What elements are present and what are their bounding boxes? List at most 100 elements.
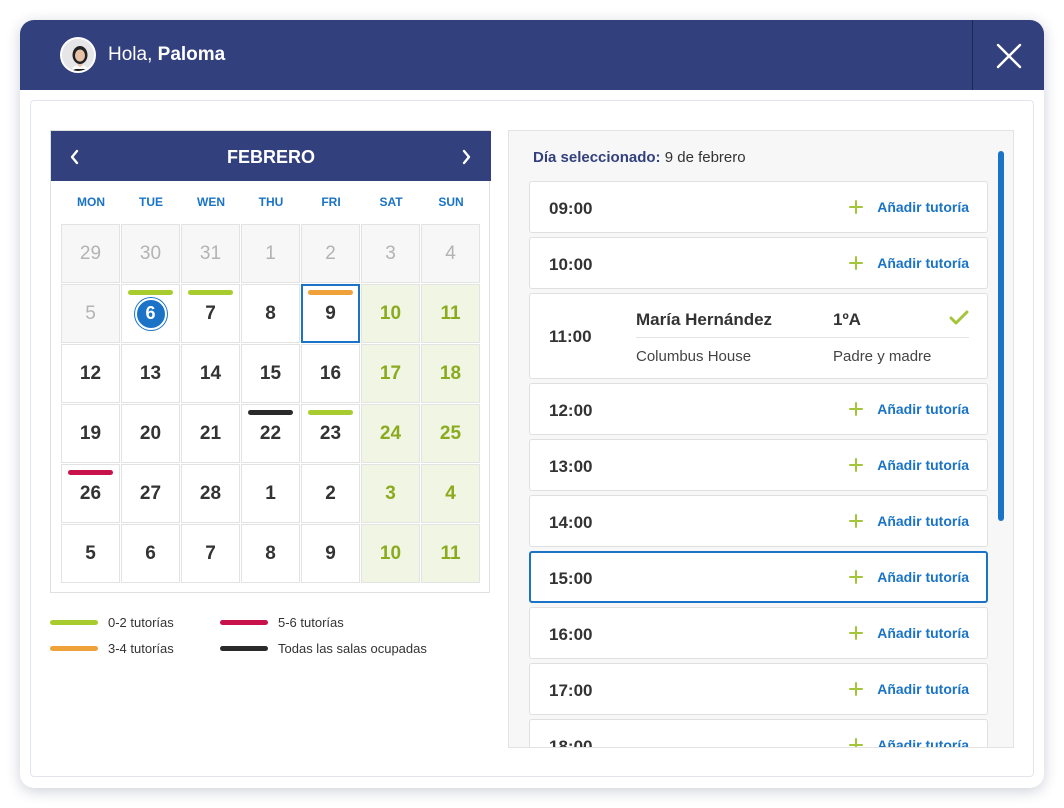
today-marker: 6	[134, 297, 167, 330]
add-tutoring-button[interactable]: Añadir tutoría	[847, 198, 969, 216]
day-number: 7	[205, 542, 216, 564]
calendar-day-weekend[interactable]: 25	[421, 404, 480, 463]
chevron-right-icon[interactable]	[456, 147, 476, 171]
calendar-day[interactable]: 14	[181, 344, 240, 403]
calendar-day[interactable]: 7	[181, 284, 240, 343]
load-bar-0-2	[128, 290, 173, 295]
calendar-day[interactable]: 2	[301, 464, 360, 523]
calendar-day[interactable]: 8	[241, 284, 300, 343]
day-number: 31	[199, 242, 222, 264]
calendar-day[interactable]: 20	[121, 404, 180, 463]
calendar-day[interactable]: 12	[61, 344, 120, 403]
add-tutoring-label: Añadir tutoría	[877, 569, 969, 585]
calendar-day[interactable]: 23	[301, 404, 360, 463]
legend-swatch	[220, 620, 268, 625]
day-number: 9	[325, 542, 336, 564]
calendar-day[interactable]: 21	[181, 404, 240, 463]
day-number: 17	[379, 362, 402, 384]
add-tutoring-button[interactable]: Añadir tutoría	[847, 512, 969, 530]
calendar-day-weekend[interactable]: 24	[361, 404, 420, 463]
calendar-day[interactable]: 28	[181, 464, 240, 523]
day-number: 11	[440, 302, 461, 324]
day-number: 23	[319, 422, 342, 444]
calendar-day[interactable]: 19	[61, 404, 120, 463]
calendar-day[interactable]: 5	[61, 524, 120, 583]
booking-place: Columbus House	[636, 348, 752, 365]
calendar-day-today[interactable]: 6	[121, 284, 180, 343]
student-grade: 1ºA	[833, 310, 861, 329]
calendar-day[interactable]: 27	[121, 464, 180, 523]
calendar-day[interactable]: 1	[241, 224, 300, 283]
calendar-day-weekend[interactable]: 3	[361, 464, 420, 523]
calendar-day[interactable]: 9	[301, 524, 360, 583]
calendar-day-weekend[interactable]: 4	[421, 464, 480, 523]
calendar-day[interactable]: 26	[61, 464, 120, 523]
day-number: 10	[379, 542, 402, 564]
weekday-mon: MON	[77, 195, 105, 209]
load-bar-5-6	[68, 470, 113, 475]
day-number: 19	[79, 422, 102, 444]
load-bar-0-2	[188, 290, 233, 295]
day-number: 28	[199, 482, 222, 504]
calendar-day-weekend[interactable]: 11	[421, 284, 480, 343]
legend-item: Todas las salas ocupadas	[220, 641, 460, 657]
day-number: 24	[379, 422, 402, 444]
calendar-day[interactable]: 13	[121, 344, 180, 403]
calendar-day-selected[interactable]: 9	[301, 284, 360, 343]
legend-label: 5-6 tutorías	[278, 615, 344, 630]
calendar-day-weekend[interactable]: 10	[361, 524, 420, 583]
add-tutoring-button[interactable]: Añadir tutoría	[847, 568, 969, 586]
add-tutoring-label: Añadir tutoría	[877, 199, 969, 215]
legend-label: 0-2 tutorías	[108, 615, 174, 630]
calendar-day[interactable]: 6	[121, 524, 180, 583]
calendar-day[interactable]: 30	[121, 224, 180, 283]
schedule-panel: Día seleccionado: 9 de febrero 09:00 Aña…	[508, 130, 1014, 748]
add-tutoring-button[interactable]: Añadir tutoría	[847, 456, 969, 474]
slot-time: 10:00	[549, 255, 593, 274]
scrollbar[interactable]	[998, 151, 1004, 521]
weekday-thu: THU	[258, 195, 284, 209]
weekday-tue: TUE	[139, 195, 163, 209]
calendar-day-weekend[interactable]: 17	[361, 344, 420, 403]
day-number: 16	[319, 362, 342, 384]
day-number: 12	[79, 362, 102, 384]
calendar-day-weekend[interactable]: 18	[421, 344, 480, 403]
legend-label: 3-4 tutorías	[108, 641, 174, 656]
month-title: FEBRERO	[226, 147, 315, 167]
calendar-day[interactable]: 2	[301, 224, 360, 283]
calendar-day[interactable]: 29	[61, 224, 120, 283]
day-number: 25	[439, 422, 462, 444]
add-tutoring-button[interactable]: Añadir tutoría	[847, 680, 969, 698]
calendar-day[interactable]: 15	[241, 344, 300, 403]
day-number: 21	[199, 422, 222, 444]
calendar-day[interactable]: 7	[181, 524, 240, 583]
add-tutoring-button[interactable]: Añadir tutoría	[847, 736, 969, 747]
plus-icon	[847, 512, 865, 530]
day-number: 26	[79, 482, 102, 504]
calendar-day[interactable]: 5	[61, 284, 120, 343]
close-icon[interactable]	[993, 40, 1025, 72]
add-tutoring-button[interactable]: Añadir tutoría	[847, 254, 969, 272]
calendar-day-weekend[interactable]: 11	[421, 524, 480, 583]
calendar-day[interactable]: 3	[361, 224, 420, 283]
add-tutoring-button[interactable]: Añadir tutoría	[847, 624, 969, 642]
calendar-day[interactable]: 31	[181, 224, 240, 283]
calendar-day[interactable]: 16	[301, 344, 360, 403]
calendar-day[interactable]: 1	[241, 464, 300, 523]
calendar-day[interactable]: 8	[241, 524, 300, 583]
weekday-sun: SUN	[438, 195, 464, 209]
calendar-day-weekend[interactable]: 10	[361, 284, 420, 343]
booked-slot[interactable]: 11:00 María Hernández 1ºA Columbus House…	[529, 293, 988, 379]
selected-date-value: 9 de febrero	[664, 149, 746, 166]
calendar-day[interactable]: 22	[241, 404, 300, 463]
plus-icon	[847, 680, 865, 698]
slot-time: 18:00	[549, 737, 593, 748]
legend-item: 5-6 tutorías	[220, 615, 440, 631]
avatar	[60, 37, 96, 73]
plus-icon	[847, 254, 865, 272]
day-number: 3	[385, 482, 396, 504]
add-tutoring-button[interactable]: Añadir tutoría	[847, 400, 969, 418]
slot-time: 16:00	[549, 625, 593, 644]
weekday-fri: FRI	[321, 195, 341, 209]
calendar-day[interactable]: 4	[421, 224, 480, 283]
